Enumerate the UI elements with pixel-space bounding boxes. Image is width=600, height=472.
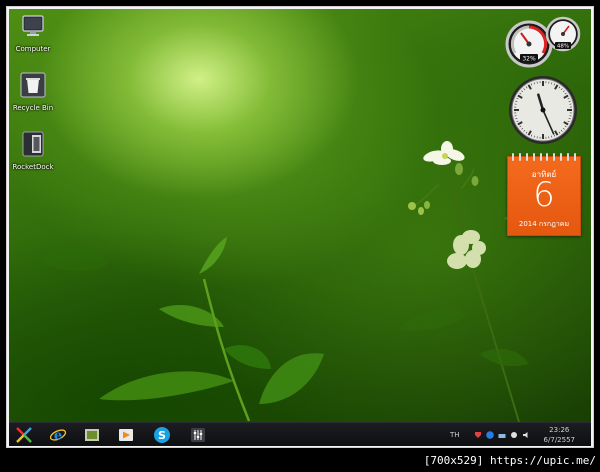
taskbar-internet-explorer[interactable]: e: [47, 425, 69, 445]
desktop-icon-computer[interactable]: Computer: [9, 13, 57, 53]
svg-text:S: S: [158, 429, 166, 442]
desktop-icon-label: Computer: [15, 45, 51, 53]
messenger-icon[interactable]: [510, 431, 518, 439]
skype-icon: S: [154, 427, 170, 443]
monitor-icon: [22, 15, 44, 36]
desktop[interactable]: Computer Recycle Bin RocketDock 32% 48%: [9, 9, 591, 446]
volume-icon[interactable]: [522, 431, 530, 439]
tray-icons: [474, 423, 534, 446]
recycle-bin-icon: [20, 72, 46, 98]
taskbar-time: 23:26: [549, 426, 570, 434]
language-indicator[interactable]: TH: [450, 431, 460, 439]
desktop-icon-label: Recycle Bin: [12, 104, 54, 112]
start-x-icon: [16, 427, 32, 443]
mixer-icon: [191, 428, 205, 442]
taskbar-file-explorer[interactable]: [81, 425, 103, 445]
wallpaper-image: [39, 141, 537, 423]
calendar-day-number: 6: [533, 175, 555, 215]
folder-icon: [85, 429, 99, 441]
taskbar-mixer[interactable]: [187, 425, 209, 445]
desktop-icon-label: RocketDock: [12, 163, 54, 171]
desktop-icon-rocketdock[interactable]: RocketDock: [9, 131, 57, 171]
cpu-meter-gadget[interactable]: 32% 48%: [504, 11, 584, 71]
taskbar: e S TH 23:26 6/7/2557: [9, 422, 591, 446]
media-player-icon: [119, 429, 133, 441]
cpu-value: 32%: [522, 56, 536, 63]
network-icon[interactable]: [498, 431, 506, 439]
image-host-watermark: [700x529] https://upic.me/: [421, 452, 598, 470]
svg-text:e: e: [54, 429, 62, 444]
internet-explorer-icon: e: [49, 429, 67, 444]
bluetooth-icon[interactable]: [486, 431, 494, 439]
antivirus-icon[interactable]: [474, 431, 482, 439]
calendar-gadget[interactable]: อาทิตย์ 6 2014 กรกฎาคม: [507, 153, 581, 236]
system-tray: TH: [450, 423, 460, 446]
taskbar-media-player[interactable]: [115, 425, 137, 445]
taskbar-skype[interactable]: S: [151, 425, 173, 445]
start-button[interactable]: [13, 425, 35, 445]
calendar-month-year: 2014 กรกฎาคม: [518, 220, 570, 228]
calendar-rings: [512, 153, 576, 161]
taskbar-clock[interactable]: 23:26 6/7/2557: [544, 425, 575, 445]
taskbar-date: 6/7/2557: [543, 436, 575, 444]
clock-gadget[interactable]: [507, 74, 579, 146]
rocketdock-icon: [22, 131, 44, 157]
desktop-icon-recycle-bin[interactable]: Recycle Bin: [9, 72, 57, 112]
ram-value: 48%: [557, 44, 569, 50]
